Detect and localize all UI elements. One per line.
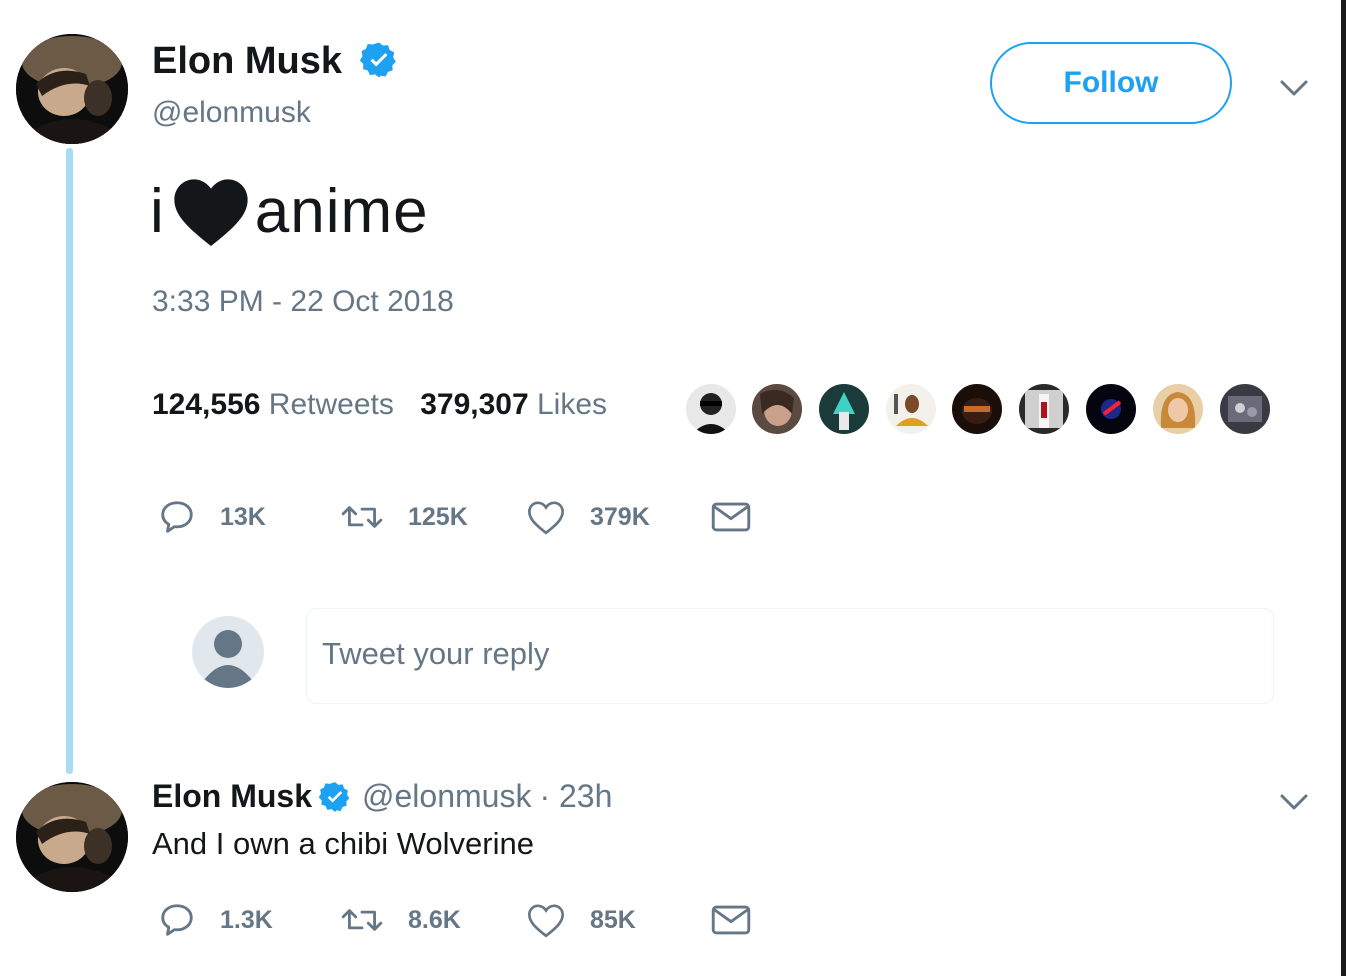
reply-icon bbox=[161, 904, 193, 936]
author-name[interactable]: Elon Musk bbox=[152, 40, 399, 83]
retweet-count: 8.6K bbox=[408, 905, 461, 934]
window-edge bbox=[1341, 0, 1346, 976]
reply-author-name[interactable]: Elon Musk bbox=[152, 778, 312, 815]
follow-button[interactable]: Follow bbox=[990, 42, 1232, 124]
retweets-count: 124,556 bbox=[152, 388, 261, 421]
reply-icon bbox=[161, 501, 193, 533]
tweet-stats: 124,556 Retweets 379,307 Likes bbox=[152, 388, 607, 422]
liker-avatar[interactable] bbox=[684, 382, 738, 436]
likes-count: 379,307 bbox=[420, 388, 529, 421]
liker-avatar[interactable] bbox=[817, 382, 871, 436]
liker-avatar[interactable] bbox=[1017, 382, 1071, 436]
like-action[interactable]: 379K bbox=[526, 498, 650, 536]
reply-text: And I own a chibi Wolverine bbox=[152, 826, 534, 861]
author-name-text[interactable]: Elon Musk bbox=[152, 40, 342, 82]
author-avatar[interactable] bbox=[16, 34, 128, 144]
direct-message-action[interactable] bbox=[710, 498, 752, 536]
liker-avatar[interactable] bbox=[884, 382, 938, 436]
retweet-icon bbox=[341, 909, 383, 931]
reply-action[interactable]: 13K bbox=[158, 498, 266, 536]
reply-action[interactable]: 1.3K bbox=[158, 901, 273, 939]
like-action[interactable]: 85K bbox=[526, 901, 636, 939]
liker-avatar[interactable] bbox=[950, 382, 1004, 436]
tweet-timestamp[interactable]: 3:33 PM - 22 Oct 2018 bbox=[152, 285, 454, 319]
chevron-down-icon[interactable] bbox=[1278, 790, 1310, 814]
retweet-action[interactable]: 125K bbox=[340, 498, 468, 536]
tweet-text-after: anime bbox=[254, 176, 429, 246]
envelope-icon bbox=[711, 502, 751, 532]
liker-avatar[interactable] bbox=[750, 382, 804, 436]
reply-time[interactable]: · 23h bbox=[539, 778, 612, 815]
reply-author-handle[interactable]: @elonmusk bbox=[362, 778, 531, 815]
reply-count: 13K bbox=[220, 502, 266, 531]
retweet-action[interactable]: 8.6K bbox=[340, 901, 461, 939]
chevron-down-icon[interactable] bbox=[1278, 76, 1310, 100]
liker-avatar[interactable] bbox=[1084, 382, 1138, 436]
verified-badge-icon bbox=[359, 42, 396, 78]
direct-message-action[interactable] bbox=[710, 901, 752, 939]
like-count: 379K bbox=[590, 502, 650, 531]
likes-label: Likes bbox=[537, 388, 608, 421]
like-count: 85K bbox=[590, 905, 636, 934]
thread-line bbox=[66, 148, 73, 774]
retweet-icon bbox=[341, 506, 383, 528]
reply-count: 1.3K bbox=[220, 905, 273, 934]
verified-badge-icon bbox=[318, 781, 350, 812]
current-user-avatar bbox=[192, 616, 264, 688]
author-handle[interactable]: @elonmusk bbox=[152, 96, 311, 130]
retweets-stat[interactable]: 124,556 Retweets bbox=[152, 388, 402, 421]
liker-avatar[interactable] bbox=[1218, 382, 1272, 436]
heart-icon bbox=[527, 501, 565, 535]
tweet-text-before: i bbox=[150, 176, 165, 246]
tweet-text: i anime bbox=[150, 174, 429, 248]
black-heart-icon bbox=[174, 179, 248, 246]
likes-stat[interactable]: 379,307 Likes bbox=[420, 388, 607, 421]
reply-input-placeholder[interactable]: Tweet your reply bbox=[322, 636, 549, 672]
retweet-count: 125K bbox=[408, 502, 468, 531]
reply-header: Elon Musk @elonmusk · 23h bbox=[152, 778, 612, 815]
reply-author-avatar[interactable] bbox=[16, 782, 128, 892]
liker-avatar[interactable] bbox=[1151, 382, 1205, 436]
envelope-icon bbox=[711, 905, 751, 935]
heart-icon bbox=[527, 904, 565, 938]
retweets-label: Retweets bbox=[268, 388, 394, 421]
